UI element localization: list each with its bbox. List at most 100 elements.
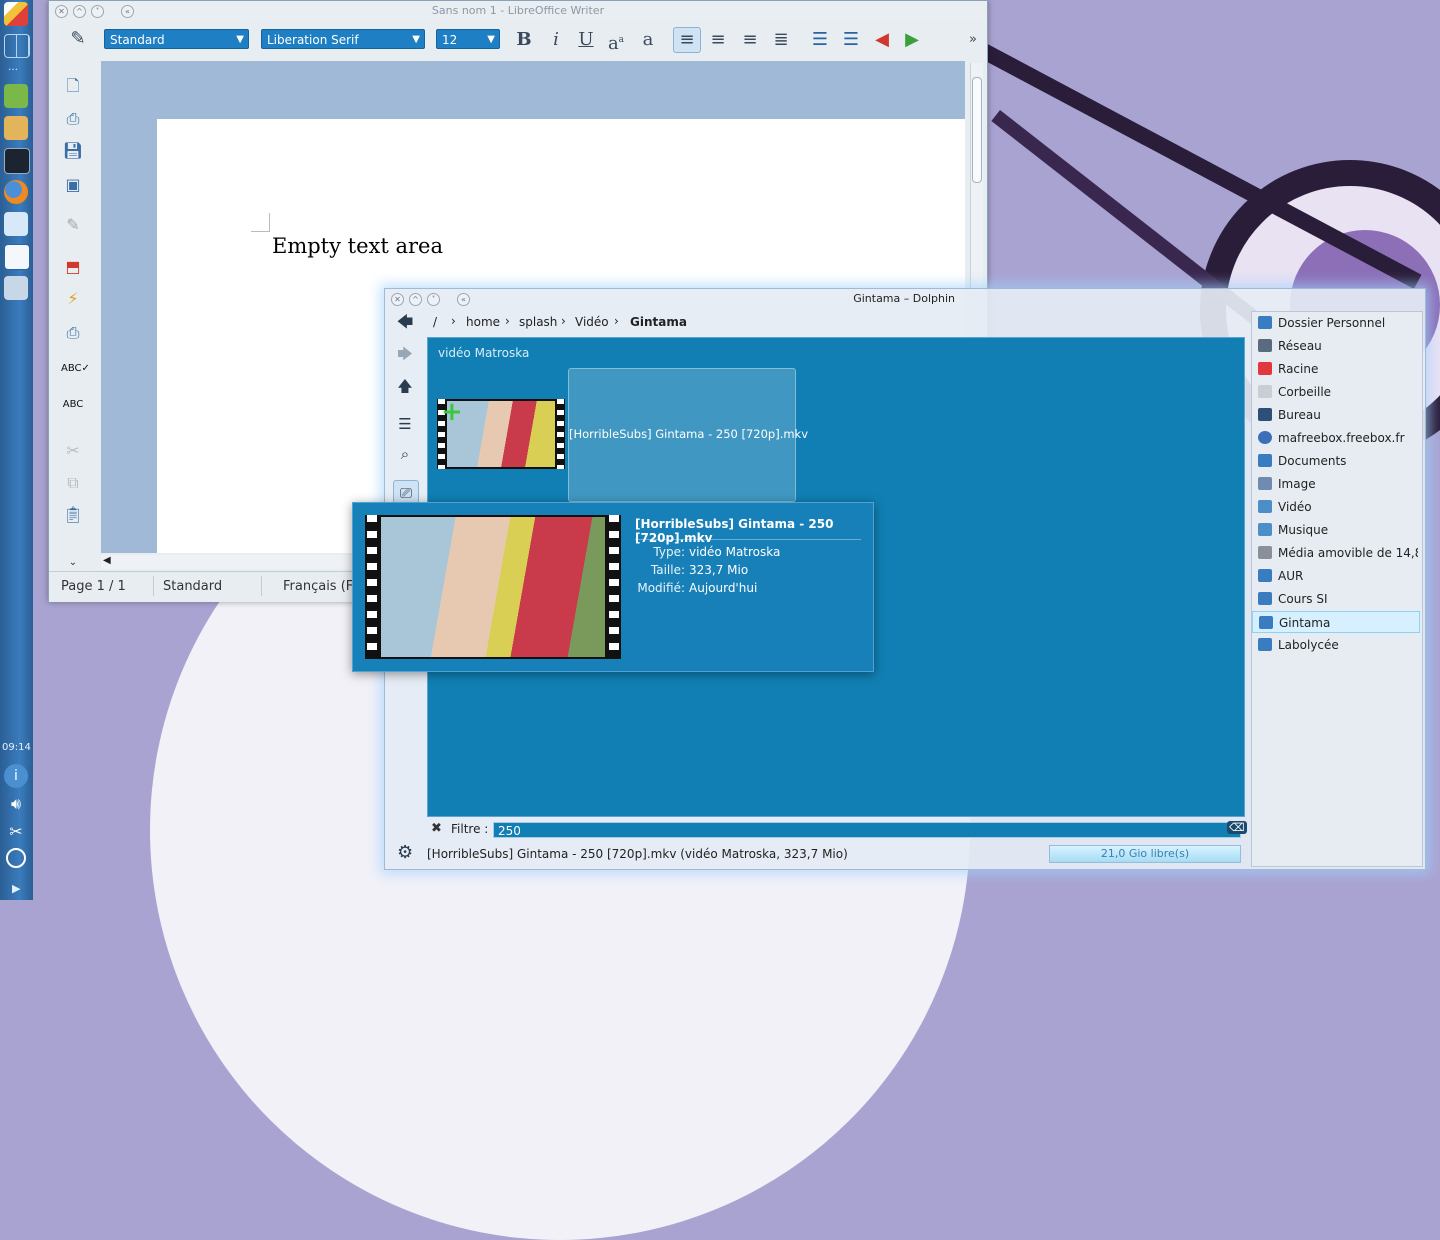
bold-icon[interactable]: B — [511, 28, 537, 52]
up-icon[interactable]: 🡅 — [393, 374, 417, 398]
save-icon[interactable]: 💾︎ — [61, 141, 85, 163]
tooltip-file-name: [HorribleSubs] Gintama - 250 [720p].mkv — [635, 517, 834, 545]
left-panel: … 09:14 i 🔊︎ ✂ ▶ — [0, 0, 33, 900]
filter-input[interactable]: 250 — [493, 822, 1241, 838]
toolbar-overflow-icon[interactable]: » — [963, 28, 983, 52]
breadcrumb-home[interactable]: home — [466, 315, 500, 329]
writer-titlebar[interactable]: ✕ ^ ˅ « Sans nom 1 - LibreOffice Writer — [49, 1, 987, 21]
close-filter-icon[interactable]: ✖ — [431, 821, 442, 836]
folder-icon — [1258, 638, 1272, 651]
place-pictures[interactable]: Image — [1252, 473, 1420, 495]
filemanager-icon[interactable] — [4, 116, 28, 140]
decrease-indent-icon[interactable]: ◀ — [869, 28, 895, 52]
align-right-icon[interactable]: ≡ — [737, 28, 763, 52]
search-icon[interactable]: ⌕ — [393, 442, 417, 466]
place-cours-si[interactable]: Cours SI — [1252, 588, 1420, 610]
breadcrumb-root[interactable]: / — [433, 315, 437, 329]
view-mode-icon[interactable]: ☰ — [393, 412, 417, 436]
volume-icon[interactable]: 🔊︎ — [4, 792, 28, 816]
autospell-icon[interactable]: ABC — [61, 399, 85, 421]
app-icon[interactable] — [4, 84, 28, 108]
breadcrumb-splash[interactable]: splash — [519, 315, 557, 329]
font-size-combo[interactable]: 12 ▼ — [436, 29, 500, 49]
file-thumbnail[interactable]: + — [437, 399, 565, 469]
panel-expand-icon[interactable]: ▶ — [12, 882, 20, 895]
document-text[interactable]: Empty text area — [272, 234, 443, 258]
spellcheck-icon[interactable]: ABC✓ — [61, 363, 90, 385]
breadcrumb-video[interactable]: Vidéo — [575, 315, 609, 329]
network-icon[interactable] — [6, 848, 26, 868]
chevron-right-icon: › — [505, 314, 510, 328]
settings-icon[interactable] — [4, 276, 28, 300]
drive-icon — [1258, 546, 1272, 559]
preview-image — [381, 517, 605, 657]
font-name-combo[interactable]: Liberation Serif ▼ — [261, 29, 425, 49]
place-removable-media[interactable]: Média amovible de 14,8 … — [1252, 542, 1420, 564]
place-labolycee[interactable]: Labolycée — [1252, 634, 1420, 656]
place-aur[interactable]: AUR — [1252, 565, 1420, 587]
clock[interactable]: 09:14 — [2, 742, 31, 753]
copy-icon[interactable]: ⧉ — [61, 473, 85, 495]
scroll-left-icon[interactable]: ◀ — [103, 555, 111, 566]
group-header: vidéo Matroska — [438, 346, 530, 360]
modified-label: Modifié: — [637, 581, 685, 595]
breadcrumb-gintama[interactable]: Gintama — [630, 315, 687, 329]
bullet-list-icon[interactable]: ☰ — [838, 28, 864, 52]
scissors-icon[interactable]: ✂ — [4, 820, 28, 844]
root-folder-icon — [1258, 362, 1272, 375]
edit-icon[interactable]: ✎ — [61, 215, 85, 237]
divider — [635, 539, 861, 540]
paragraph-style-combo[interactable]: Standard ▼ — [104, 29, 249, 49]
folder-icon — [1258, 454, 1272, 467]
place-gintama[interactable]: Gintama — [1252, 611, 1420, 633]
numbered-list-icon[interactable]: ☰ — [807, 28, 833, 52]
place-network[interactable]: Réseau — [1252, 335, 1420, 357]
forward-icon[interactable]: 🡆 — [393, 342, 417, 366]
place-home[interactable]: Dossier Personnel — [1252, 312, 1420, 334]
italic-icon[interactable]: i — [543, 28, 569, 52]
paste-icon[interactable]: 📋︎ — [61, 505, 85, 527]
place-label: Corbeille — [1278, 385, 1332, 399]
desktop-pager-icon[interactable] — [4, 34, 30, 58]
underline-icon[interactable]: U — [573, 28, 599, 52]
language[interactable]: Français (F — [283, 579, 353, 594]
firefox-icon[interactable] — [4, 180, 28, 204]
scrollbar-thumb[interactable] — [972, 77, 982, 183]
place-documents[interactable]: Documents — [1252, 450, 1420, 472]
file-info-tooltip: [HorribleSubs] Gintama - 250 [720p].mkv … — [352, 502, 874, 672]
place-videos[interactable]: Vidéo — [1252, 496, 1420, 518]
align-left-icon[interactable]: ≡ — [673, 27, 701, 53]
info-icon[interactable]: i — [4, 764, 28, 788]
file-item[interactable]: [HorribleSubs] Gintama - 250 [720p].mkv — [568, 368, 808, 502]
mail-icon[interactable] — [4, 212, 28, 236]
terminal-icon[interactable] — [4, 148, 30, 174]
place-music[interactable]: Musique — [1252, 519, 1420, 541]
align-center-icon[interactable]: ≡ — [705, 28, 731, 52]
writer-icon[interactable] — [4, 244, 30, 270]
print-preview-icon[interactable]: ⎙ — [61, 323, 85, 345]
place-desktop[interactable]: Bureau — [1252, 404, 1420, 426]
pdf-icon[interactable]: ⬒ — [61, 257, 85, 279]
settings-icon[interactable]: ⚙ — [397, 842, 413, 863]
increase-indent-icon[interactable]: ▶ — [899, 28, 925, 52]
tooltip-preview — [365, 515, 621, 659]
place-remote[interactable]: mafreebox.freebox.fr — [1252, 427, 1420, 449]
back-icon[interactable]: 🡄 — [393, 310, 417, 334]
place-root[interactable]: Racine — [1252, 358, 1420, 380]
free-space-indicator: 21,0 Gio libre(s) — [1049, 845, 1241, 863]
shadow-icon[interactable]: a — [635, 28, 661, 52]
autotext-icon[interactable]: ⚡ — [61, 289, 85, 311]
video-folder-icon — [1258, 500, 1272, 513]
cut-icon[interactable]: ✂ — [61, 441, 85, 463]
place-label: Dossier Personnel — [1278, 316, 1386, 330]
clear-input-icon[interactable]: ⌫ — [1227, 821, 1247, 834]
styles-icon[interactable]: ✎ — [65, 27, 91, 51]
place-trash[interactable]: Corbeille — [1252, 381, 1420, 403]
print-icon[interactable]: ⎙ — [61, 109, 85, 131]
page-style[interactable]: Standard — [163, 579, 222, 594]
new-document-icon[interactable]: 🗋 — [61, 75, 85, 97]
justify-icon[interactable]: ≣ — [768, 28, 794, 52]
export-icon[interactable]: ▣ — [61, 175, 85, 197]
superscript-icon[interactable]: aa — [603, 28, 629, 54]
kde-launcher-icon[interactable] — [4, 2, 28, 26]
